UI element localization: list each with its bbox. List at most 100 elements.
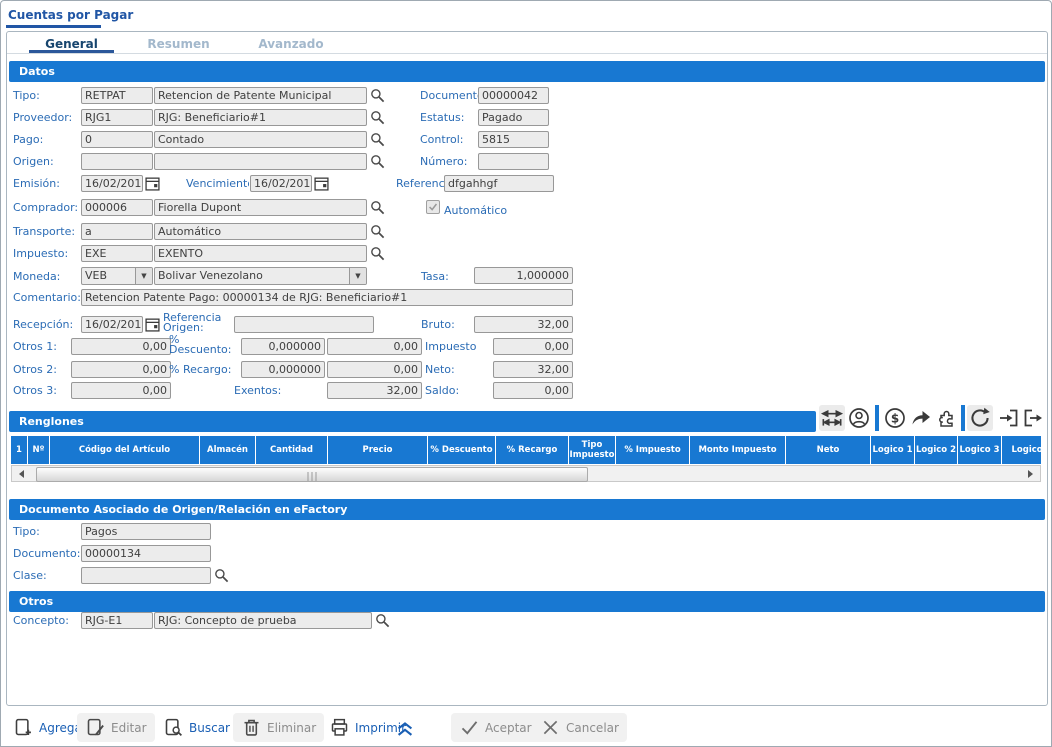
tipo-code-field[interactable]: RETPAT xyxy=(81,87,153,104)
transporte-code-field[interactable]: a xyxy=(81,223,153,240)
moneda-desc-dropdown-icon[interactable]: ▼ xyxy=(349,268,366,284)
export-icon[interactable] xyxy=(1021,406,1045,430)
aceptar-button[interactable]: Aceptar xyxy=(451,713,540,742)
referencia-field[interactable]: dfgahhgf xyxy=(444,175,554,192)
numero-field[interactable] xyxy=(478,153,549,170)
emision-field[interactable]: 16/02/201 xyxy=(81,175,143,192)
origen-desc-field[interactable] xyxy=(154,153,367,170)
column-resize-button[interactable] xyxy=(819,405,845,431)
impuesto-code-field[interactable]: EXE xyxy=(81,245,153,262)
doc-clase-search-icon[interactable] xyxy=(214,568,229,583)
grid-column-header[interactable]: Logico 1 xyxy=(871,436,915,464)
tab-avanzado[interactable]: Avanzado xyxy=(251,37,331,51)
grid-column-header[interactable]: % Descuento xyxy=(428,436,496,464)
pago-code-field[interactable]: 0 xyxy=(81,131,153,148)
referencia-origen-field[interactable] xyxy=(234,316,374,333)
refresh-button[interactable] xyxy=(967,405,993,431)
vencimiento-calendar-icon[interactable] xyxy=(314,176,329,191)
estatus-field[interactable]: Pagado xyxy=(478,109,549,126)
tab-resumen[interactable]: Resumen xyxy=(141,37,216,51)
otros3-field[interactable]: 0,00 xyxy=(71,382,171,399)
proveedor-desc-field[interactable]: RJG: Beneficiario#1 xyxy=(154,109,367,126)
exentos-field[interactable]: 32,00 xyxy=(327,382,422,399)
currency-icon[interactable]: $ xyxy=(883,406,907,430)
grid-column-header[interactable]: Logico 3 xyxy=(958,436,1002,464)
control-field[interactable]: 5815 xyxy=(478,131,549,148)
neto-field[interactable]: 32,00 xyxy=(493,361,573,378)
origen-code-field[interactable] xyxy=(81,153,153,170)
pct-descuento-field[interactable]: 0,000000 xyxy=(241,338,325,355)
grid-column-header[interactable]: Nº xyxy=(28,436,50,464)
eliminar-button[interactable]: Eliminar xyxy=(233,713,324,742)
scrollbar-left-arrow[interactable] xyxy=(15,470,24,478)
grid-column-header[interactable]: Monto Impuesto xyxy=(690,436,786,464)
chevrons-up-icon[interactable] xyxy=(394,717,416,739)
scrollbar-right-arrow[interactable] xyxy=(1028,470,1037,478)
impuesto-total-field[interactable]: 0,00 xyxy=(493,338,573,355)
recepcion-calendar-icon[interactable] xyxy=(145,317,160,332)
documento-field[interactable]: 00000042 xyxy=(478,87,549,104)
proveedor-code-field[interactable]: RJG1 xyxy=(81,109,153,126)
tipo-search-icon[interactable] xyxy=(370,88,385,103)
grid-column-header[interactable]: Precio xyxy=(328,436,428,464)
moneda-code-select[interactable]: VEB ▼ xyxy=(81,267,153,285)
numero-label: Número: xyxy=(420,155,467,168)
emision-calendar-icon[interactable] xyxy=(145,176,160,191)
refresh-icon xyxy=(967,405,993,431)
bruto-field[interactable]: 32,00 xyxy=(474,316,573,333)
grid-column-header[interactable]: Cantidad xyxy=(256,436,328,464)
otros1-field[interactable]: 0,00 xyxy=(71,338,171,355)
otros2-field[interactable]: 0,00 xyxy=(71,361,171,378)
origen-search-icon[interactable] xyxy=(370,154,385,169)
cancelar-button[interactable]: Cancelar xyxy=(532,713,627,742)
editar-button[interactable]: Editar xyxy=(77,713,155,742)
proveedor-search-icon[interactable] xyxy=(370,110,385,125)
grid-horizontal-scrollbar[interactable] xyxy=(11,465,1041,482)
pct-recargo-field[interactable]: 0,000000 xyxy=(241,361,325,378)
grid-column-header[interactable]: % Recargo xyxy=(496,436,569,464)
comprador-search-icon[interactable] xyxy=(370,200,385,215)
impuesto-desc-field[interactable]: EXENTO xyxy=(154,245,367,262)
grid-column-header[interactable]: 1 xyxy=(11,436,28,464)
otros3-label: Otros 3: xyxy=(13,384,57,397)
transporte-desc-field[interactable]: Automático xyxy=(154,223,367,240)
comentario-field[interactable]: Retencion Patente Pago: 00000134 de RJG:… xyxy=(81,289,573,306)
grid-column-header[interactable]: Logico 4 xyxy=(1002,436,1041,464)
scrollbar-thumb[interactable] xyxy=(36,467,588,482)
doc-clase-field[interactable] xyxy=(81,567,211,584)
vencimiento-field[interactable]: 16/02/201 xyxy=(250,175,312,192)
tipo-desc-field[interactable]: Retencion de Patente Municipal xyxy=(154,87,367,104)
doc-tipo-field[interactable]: Pagos xyxy=(81,523,211,540)
automatico-checkbox[interactable] xyxy=(426,200,440,214)
pago-search-icon[interactable] xyxy=(370,132,385,147)
monto-descuento-field[interactable]: 0,00 xyxy=(327,338,422,355)
moneda-code-dropdown-icon[interactable]: ▼ xyxy=(135,268,152,284)
grid-column-header[interactable]: Logico 2 xyxy=(915,436,958,464)
impuesto-search-icon[interactable] xyxy=(370,246,385,261)
concepto-search-icon[interactable] xyxy=(375,613,390,628)
import-icon[interactable] xyxy=(997,406,1021,430)
monto-recargo-field[interactable]: 0,00 xyxy=(327,361,422,378)
comprador-desc-field[interactable]: Fiorella Dupont xyxy=(154,199,367,216)
document-edit-icon xyxy=(85,717,106,738)
transporte-search-icon[interactable] xyxy=(370,224,385,239)
grid-column-header[interactable]: Código del Artículo xyxy=(50,436,200,464)
saldo-field[interactable]: 0,00 xyxy=(493,382,573,399)
recepcion-field[interactable]: 16/02/201 xyxy=(81,316,143,333)
grid-column-header[interactable]: % Impuesto xyxy=(616,436,690,464)
buscar-button[interactable]: Buscar xyxy=(155,713,238,742)
grid-column-header[interactable]: Neto xyxy=(786,436,871,464)
concepto-desc-field[interactable]: RJG: Concepto de prueba xyxy=(154,612,372,629)
grid-column-header[interactable]: Tipo Impuesto xyxy=(569,436,616,464)
comprador-code-field[interactable]: 000006 xyxy=(81,199,153,216)
user-icon[interactable] xyxy=(847,406,871,430)
grid-column-header[interactable]: Almacén xyxy=(200,436,256,464)
pago-desc-field[interactable]: Contado xyxy=(154,131,367,148)
tab-general[interactable]: General xyxy=(29,37,114,51)
doc-documento-field[interactable]: 00000134 xyxy=(81,545,211,562)
tasa-field[interactable]: 1,000000 xyxy=(474,267,573,284)
forward-icon[interactable] xyxy=(909,406,933,430)
concepto-code-field[interactable]: RJG-E1 xyxy=(81,612,153,629)
moneda-desc-select[interactable]: Bolivar Venezolano ▼ xyxy=(154,267,367,285)
puzzle-icon[interactable] xyxy=(935,406,959,430)
